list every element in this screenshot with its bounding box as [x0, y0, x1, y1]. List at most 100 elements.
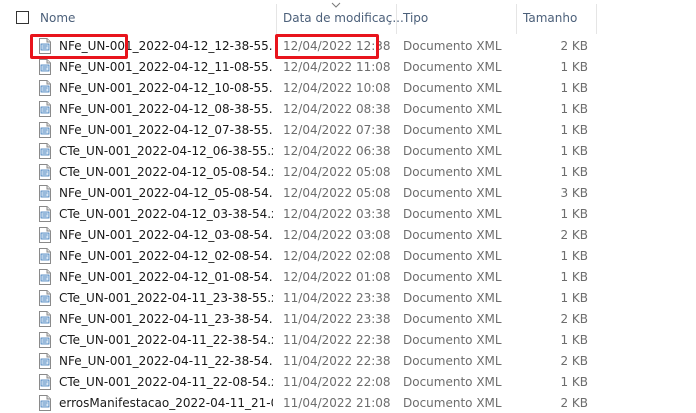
file-size: 1 KB: [560, 333, 588, 347]
xml-file-icon: [39, 59, 51, 75]
chevron-down-icon: [331, 2, 341, 8]
column-header-bar: Nome Data de modificaç... Tipo Tamanho: [0, 0, 696, 34]
file-row[interactable]: errosManifestacao_2022-04-11_21-08-... 11…: [0, 393, 696, 413]
file-row[interactable]: NFe_UN-001_2022-04-12_05-08-54.xml 12/04/…: [0, 183, 696, 204]
file-date: 11/04/2022 22:08: [283, 375, 391, 389]
file-name: errosManifestacao_2022-04-11_21-08-...: [59, 396, 273, 410]
file-date: 12/04/2022 02:08: [283, 249, 391, 263]
file-row[interactable]: CTe_UN-001_2022-04-11_22-38-54.xml 11/04/…: [0, 330, 696, 351]
file-row[interactable]: NFe_UN-001_2022-04-12_10-08-55.xml 12/04/…: [0, 78, 696, 99]
file-date: 12/04/2022 05:08: [283, 186, 391, 200]
file-name: NFe_UN-001_2022-04-12_01-08-54.xml: [59, 270, 273, 284]
file-date: 12/04/2022 08:38: [283, 102, 391, 116]
file-row[interactable]: NFe_UN-001_2022-04-12_12-38-55.xml 12/04/…: [0, 36, 696, 57]
file-row[interactable]: NFe_UN-001_2022-04-12_02-08-54.xml 12/04/…: [0, 246, 696, 267]
file-type: Documento XML: [403, 186, 502, 200]
file-date: 12/04/2022 05:08: [283, 165, 391, 179]
column-divider[interactable]: [276, 4, 277, 34]
file-type: Documento XML: [403, 354, 502, 368]
file-size: 1 KB: [560, 207, 588, 221]
file-size: 1 KB: [560, 81, 588, 95]
file-type: Documento XML: [403, 228, 502, 242]
column-header-name[interactable]: Nome: [40, 11, 75, 25]
file-size: 1 KB: [560, 375, 588, 389]
file-size: 1 KB: [560, 165, 588, 179]
xml-file-icon: [39, 143, 51, 159]
file-row[interactable]: NFe_UN-001_2022-04-12_03-08-54.xml 12/04/…: [0, 225, 696, 246]
file-row[interactable]: CTe_UN-001_2022-04-12_03-38-54.xml 12/04/…: [0, 204, 696, 225]
xml-file-icon: [39, 353, 51, 369]
file-row[interactable]: CTe_UN-001_2022-04-11_23-38-55.xml 11/04/…: [0, 288, 696, 309]
xml-file-icon: [39, 164, 51, 180]
xml-file-icon: [39, 122, 51, 138]
file-date: 12/04/2022 03:08: [283, 228, 391, 242]
file-size: 1 KB: [560, 60, 588, 74]
xml-file-icon: [39, 38, 51, 54]
file-row[interactable]: NFe_UN-001_2022-04-12_11-08-55.xml 12/04/…: [0, 57, 696, 78]
file-type: Documento XML: [403, 396, 502, 410]
select-all-checkbox[interactable]: [16, 11, 29, 24]
file-row[interactable]: CTe_UN-001_2022-04-12_06-38-55.xml 12/04/…: [0, 141, 696, 162]
xml-file-icon: [39, 374, 51, 390]
file-date: 12/04/2022 06:38: [283, 144, 391, 158]
file-type: Documento XML: [403, 102, 502, 116]
xml-file-icon: [39, 269, 51, 285]
column-header-date[interactable]: Data de modificaç...: [283, 11, 404, 25]
file-row[interactable]: NFe_UN-001_2022-04-12_01-08-54.xml 12/04/…: [0, 267, 696, 288]
file-row[interactable]: NFe_UN-001_2022-04-11_22-38-54.xml 11/04/…: [0, 351, 696, 372]
column-divider[interactable]: [516, 4, 517, 34]
file-size: 2 KB: [560, 396, 588, 410]
xml-file-icon: [39, 227, 51, 243]
file-size: 1 KB: [560, 249, 588, 263]
file-name: CTe_UN-001_2022-04-12_03-38-54.xml: [59, 207, 273, 221]
file-date: 12/04/2022 10:08: [283, 81, 391, 95]
file-date: 12/04/2022 03:38: [283, 207, 391, 221]
file-row[interactable]: CTe_UN-001_2022-04-12_05-08-54.xml 12/04/…: [0, 162, 696, 183]
file-date: 12/04/2022 11:08: [283, 60, 391, 74]
file-type: Documento XML: [403, 312, 502, 326]
file-date: 11/04/2022 21:08: [283, 396, 391, 410]
file-name: CTe_UN-001_2022-04-12_06-38-55.xml: [59, 144, 273, 158]
file-date: 12/04/2022 12:38: [283, 39, 391, 53]
xml-file-icon: [39, 206, 51, 222]
file-name: CTe_UN-001_2022-04-11_23-38-55.xml: [59, 291, 273, 305]
column-divider[interactable]: [596, 4, 597, 34]
file-size: 2 KB: [560, 312, 588, 326]
xml-file-icon: [39, 101, 51, 117]
column-divider[interactable]: [396, 4, 397, 34]
file-size: 2 KB: [560, 354, 588, 368]
file-row[interactable]: NFe_UN-001_2022-04-11_23-38-54.xml 11/04/…: [0, 309, 696, 330]
file-type: Documento XML: [403, 249, 502, 263]
file-name: NFe_UN-001_2022-04-12_03-08-54.xml: [59, 228, 273, 242]
file-type: Documento XML: [403, 375, 502, 389]
file-date: 12/04/2022 01:08: [283, 270, 391, 284]
file-type: Documento XML: [403, 81, 502, 95]
xml-file-icon: [39, 332, 51, 348]
file-size: 2 KB: [560, 228, 588, 242]
xml-file-icon: [39, 290, 51, 306]
file-name: CTe_UN-001_2022-04-11_22-08-54.xml: [59, 375, 273, 389]
file-date: 12/04/2022 07:38: [283, 123, 391, 137]
file-name: NFe_UN-001_2022-04-11_23-38-54.xml: [59, 312, 273, 326]
file-size: 3 KB: [560, 186, 588, 200]
file-name: NFe_UN-001_2022-04-12_05-08-54.xml: [59, 186, 273, 200]
file-type: Documento XML: [403, 333, 502, 347]
file-type: Documento XML: [403, 39, 502, 53]
file-name: NFe_UN-001_2022-04-12_12-38-55.xml: [59, 39, 273, 53]
file-row[interactable]: CTe_UN-001_2022-04-11_22-08-54.xml 11/04/…: [0, 372, 696, 393]
file-size: 1 KB: [560, 102, 588, 116]
file-date: 11/04/2022 23:38: [283, 291, 391, 305]
file-type: Documento XML: [403, 144, 502, 158]
file-type: Documento XML: [403, 207, 502, 221]
file-type: Documento XML: [403, 165, 502, 179]
column-header-size[interactable]: Tamanho: [523, 11, 577, 25]
file-row[interactable]: NFe_UN-001_2022-04-12_08-38-55.xml 12/04/…: [0, 99, 696, 120]
file-size: 1 KB: [560, 291, 588, 305]
xml-file-icon: [39, 80, 51, 96]
file-name: CTe_UN-001_2022-04-11_22-38-54.xml: [59, 333, 273, 347]
column-header-type[interactable]: Tipo: [403, 11, 428, 25]
file-size: 1 KB: [560, 123, 588, 137]
file-row[interactable]: NFe_UN-001_2022-04-12_07-38-55.xml 12/04/…: [0, 120, 696, 141]
file-date: 11/04/2022 22:38: [283, 333, 391, 347]
file-date: 11/04/2022 23:38: [283, 312, 391, 326]
